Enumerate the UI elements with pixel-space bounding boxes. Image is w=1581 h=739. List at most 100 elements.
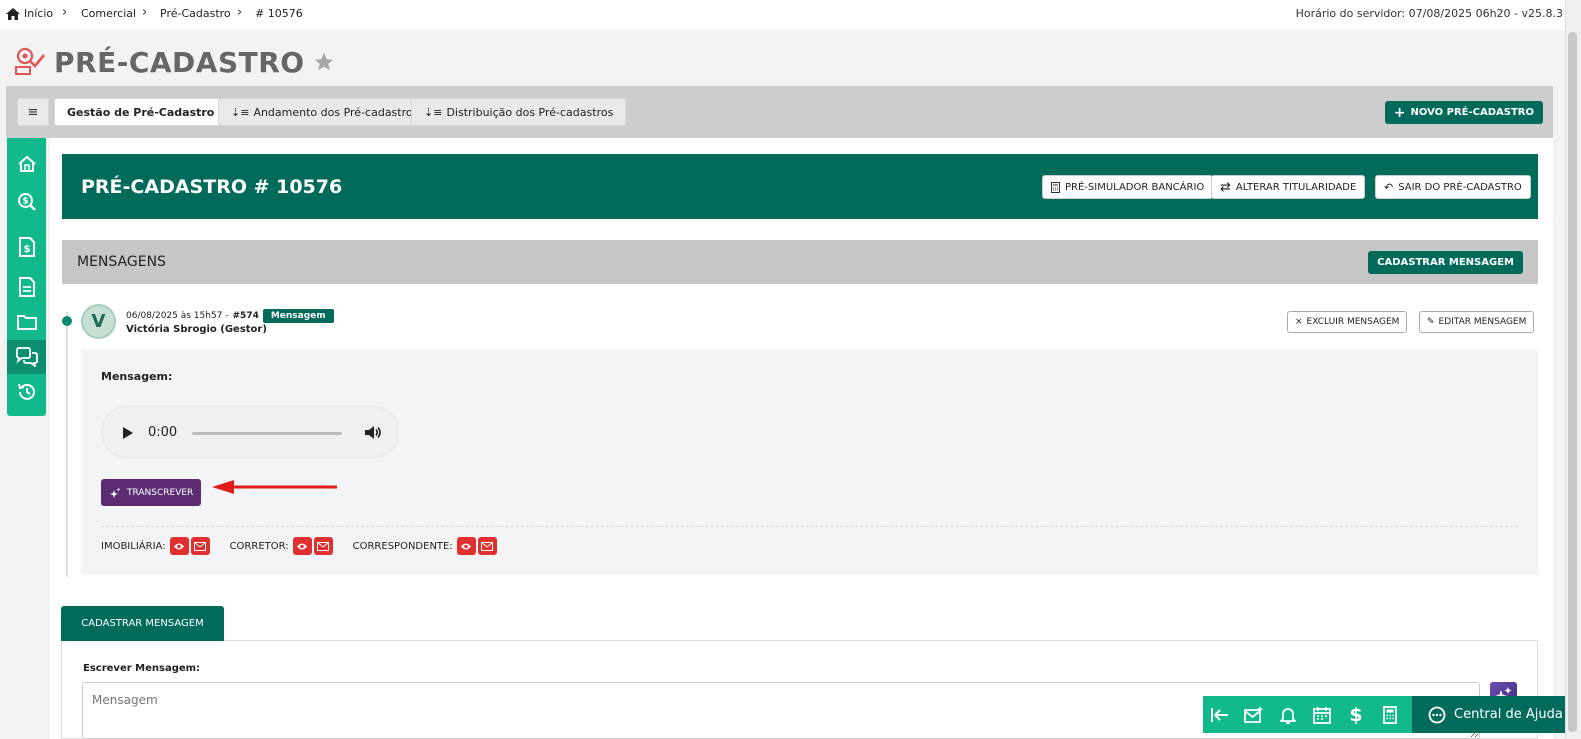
svg-text:$: $ — [23, 244, 30, 255]
sidebar-item-history[interactable] — [7, 376, 46, 408]
breadcrumb-pre-cadastro[interactable]: Pré-Cadastro — [160, 7, 231, 20]
sidebar-item-search-finance[interactable]: $ — [7, 186, 46, 218]
editar-mensagem-button[interactable]: ✎ EDITAR MENSAGEM — [1419, 311, 1535, 333]
tab-label: Distribuição dos Pré-cadastros — [446, 105, 614, 119]
nav-bar: ≡ Gestão de Pré-Cadastro ⇣≡ Andamento do… — [6, 86, 1553, 138]
sidebar-item-document[interactable] — [7, 271, 46, 303]
calendar-button[interactable] — [1305, 696, 1339, 733]
hamburger-icon: ≡ — [27, 104, 39, 120]
button-label: SAIR DO PRÉ-CADASTRO — [1398, 181, 1522, 193]
sair-pre-cadastro-button[interactable]: ↶ SAIR DO PRÉ-CADASTRO — [1375, 175, 1531, 199]
mail-icon[interactable] — [477, 537, 497, 555]
breadcrumb-home[interactable]: Início — [6, 7, 53, 20]
sort-icon: ⇣≡ — [424, 105, 443, 119]
history-icon — [17, 383, 35, 400]
breadcrumb-label: Pré-Cadastro — [160, 7, 231, 20]
folder-icon — [16, 315, 37, 330]
timeline-dot — [62, 316, 72, 326]
message-author: Victória Sbrogio (Gestor) — [126, 324, 267, 335]
recipient-label: CORRETOR: — [229, 540, 289, 552]
close-icon: × — [1295, 317, 1303, 327]
home-icon — [17, 155, 36, 172]
invoice-icon: $ — [18, 237, 35, 257]
message-number: #574 — [232, 311, 259, 321]
messages-section-header: MENSAGENS CADASTRAR MENSAGEM — [62, 240, 1538, 284]
tab-label: Gestão de Pré-Cadastro — [67, 105, 215, 119]
red-arrow-annotation — [212, 480, 337, 494]
page-title-row: PRÉ-CADASTRO — [14, 42, 335, 82]
document-icon — [18, 277, 35, 297]
section-title: MENSAGENS — [77, 254, 166, 270]
recipient-label: IMOBILIÁRIA: — [101, 540, 166, 552]
volume-icon[interactable] — [365, 425, 382, 440]
eye-icon[interactable] — [292, 537, 312, 555]
tab-distribuicao[interactable]: ⇣≡ Distribuição dos Pré-cadastros — [411, 98, 627, 126]
sidebar-item-invoice[interactable]: $ — [7, 231, 46, 263]
scrollbar-thumb[interactable] — [1568, 32, 1577, 732]
message-type-badge: Mensagem — [262, 309, 334, 323]
excluir-mensagem-button[interactable]: × EXCLUIR MENSAGEM — [1287, 311, 1408, 333]
button-label: PRÉ-SIMULADOR BANCÁRIO — [1065, 181, 1205, 193]
tab-label: Andamento dos Pré-cadastros — [253, 105, 419, 119]
collapse-left-button[interactable] — [1203, 696, 1237, 733]
eye-icon[interactable] — [169, 537, 189, 555]
calculator-icon — [1383, 705, 1397, 724]
divider — [101, 526, 1518, 527]
notification-recipients: IMOBILIÁRIA: CORRETOR: CORRESPONDENTE: — [101, 537, 499, 555]
reply-arrow-icon: ↶ — [1384, 180, 1394, 194]
play-icon[interactable] — [123, 427, 133, 439]
calendar-icon — [1313, 706, 1331, 724]
home-icon — [6, 7, 20, 20]
chevron-right-icon: › — [237, 5, 243, 20]
audio-time: 0:00 — [148, 425, 178, 440]
sort-icon: ⇣≡ — [231, 105, 250, 119]
star-favorite-icon[interactable] — [313, 51, 335, 73]
sidebar-item-folder[interactable] — [7, 306, 46, 338]
breadcrumb-comercial[interactable]: Comercial — [81, 7, 136, 20]
button-label: ALTERAR TITULARIDADE — [1235, 181, 1357, 193]
sparkles-icon — [110, 487, 121, 498]
mail-sparkle-button[interactable] — [1237, 696, 1271, 733]
sidebar-item-messages[interactable] — [7, 340, 46, 374]
dollar-icon: $ — [1349, 703, 1363, 726]
top-bar: Início › Comercial › Pré-Cadastro › # 10… — [0, 0, 1565, 30]
alterar-titularidade-button[interactable]: ⇄ ALTERAR TITULARIDADE — [1211, 175, 1366, 199]
finance-button[interactable]: $ — [1339, 696, 1373, 733]
message-meta: 06/08/2025 às 15h57 - #574 Mensagem — [126, 309, 334, 323]
mail-sparkle-icon — [1244, 705, 1264, 723]
search-money-icon: $ — [17, 193, 36, 211]
breadcrumb-label: # 10576 — [255, 7, 303, 20]
cadastrar-mensagem-button[interactable]: CADASTRAR MENSAGEM — [1368, 251, 1523, 274]
write-message-label: Escrever Mensagem: — [83, 663, 201, 674]
tab-andamento[interactable]: ⇣≡ Andamento dos Pré-cadastros — [218, 98, 432, 126]
breadcrumb-current: # 10576 — [255, 7, 303, 20]
new-pre-cadastro-button[interactable]: + NOVO PRÉ-CADASTRO — [1384, 101, 1543, 124]
timeline-line — [66, 312, 68, 577]
pre-cadastro-logo-icon — [15, 47, 46, 75]
server-time: Horário do servidor: 07/08/2025 06h20 - … — [1295, 7, 1563, 20]
svg-text:$: $ — [22, 197, 28, 207]
button-label: EDITAR MENSAGEM — [1438, 317, 1527, 327]
eye-icon[interactable] — [456, 537, 476, 555]
chat-dots-icon — [1428, 706, 1446, 723]
sidebar-item-home[interactable] — [7, 148, 46, 180]
help-label: Central de Ajuda — [1454, 707, 1563, 722]
chat-bubbles-icon — [15, 347, 38, 367]
avatar: V — [81, 304, 116, 339]
button-label: TRANSCREVER — [127, 487, 194, 498]
menu-toggle-button[interactable]: ≡ — [17, 98, 49, 126]
mail-icon[interactable] — [313, 537, 333, 555]
help-center-button[interactable]: Central de Ajuda — [1412, 696, 1565, 733]
chevron-right-icon: › — [62, 5, 68, 20]
tab-cadastrar-mensagem[interactable]: CADASTRAR MENSAGEM — [61, 606, 224, 641]
transcrever-button[interactable]: TRANSCREVER — [101, 479, 202, 506]
mail-icon[interactable] — [190, 537, 210, 555]
audio-progress-slider[interactable] — [192, 432, 342, 435]
notifications-button[interactable] — [1271, 696, 1305, 733]
pre-simulador-button[interactable]: PRÉ-SIMULADOR BANCÁRIO — [1042, 175, 1214, 199]
sidebar: $ $ — [7, 138, 46, 416]
calculator-button[interactable] — [1373, 696, 1407, 733]
tab-gestao[interactable]: Gestão de Pré-Cadastro — [54, 98, 228, 126]
bell-icon — [1280, 707, 1296, 724]
button-label: EXCLUIR MENSAGEM — [1306, 317, 1400, 327]
